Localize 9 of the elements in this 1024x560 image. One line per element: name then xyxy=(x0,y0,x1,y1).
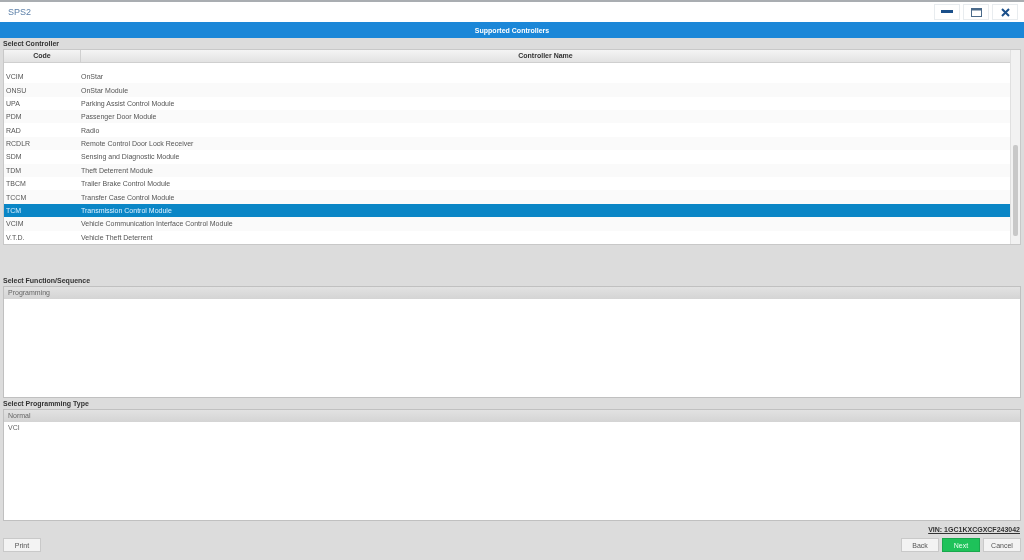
maximize-icon xyxy=(970,7,982,17)
minimize-icon xyxy=(941,10,953,14)
minimize-button[interactable] xyxy=(934,4,960,20)
close-button[interactable] xyxy=(992,4,1018,20)
window-title: SPS2 xyxy=(8,7,31,17)
scrollbar[interactable] xyxy=(1010,50,1020,244)
close-icon xyxy=(1000,7,1010,17)
scrollbar-thumb[interactable] xyxy=(1013,145,1018,236)
maximize-button[interactable] xyxy=(963,4,989,20)
